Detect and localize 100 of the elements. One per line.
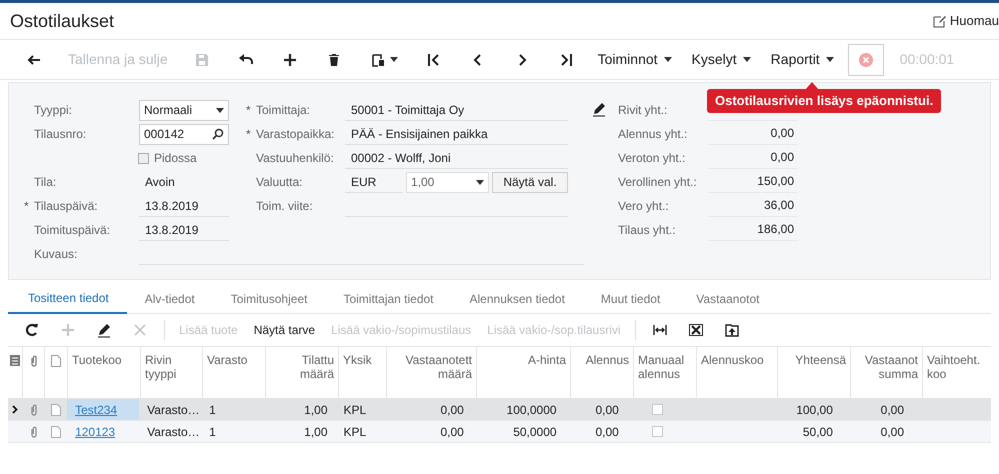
required-mark: * bbox=[24, 199, 29, 213]
column-header[interactable]: Vaihtoeht. koo bbox=[927, 353, 998, 381]
table-cell: 0,00 bbox=[880, 424, 904, 438]
field-label: Tyyppi: bbox=[34, 103, 72, 117]
save-icon bbox=[194, 52, 210, 68]
field-label: Kuvaus: bbox=[34, 247, 78, 261]
column-header[interactable]: Rivin tyyppi bbox=[145, 353, 198, 381]
status-value: Avoin bbox=[144, 174, 176, 191]
on-hold-checkbox[interactable]: Pidossa bbox=[138, 149, 197, 167]
column-header[interactable]: Vastaanotett määrä bbox=[391, 353, 472, 381]
menu-button[interactable]: Raportit bbox=[762, 44, 842, 76]
table-cell: 1,00 bbox=[304, 402, 328, 416]
table-cell: 1 bbox=[209, 402, 216, 416]
column-header[interactable]: Manuaal alennus bbox=[638, 353, 692, 381]
field-label: Varastopaikka: bbox=[256, 127, 334, 141]
manual-discount-checkbox[interactable] bbox=[652, 426, 664, 437]
close-icon bbox=[132, 322, 148, 338]
table-cell: 100,00 bbox=[796, 402, 833, 416]
text-field[interactable]: 00002 - Wolff, Joni bbox=[345, 148, 568, 168]
edit-note-icon bbox=[932, 14, 946, 28]
total-label: Veroton yht.: bbox=[618, 151, 686, 165]
table-cell: 0,00 bbox=[440, 424, 464, 438]
tooltip-pointer-icon bbox=[805, 82, 819, 90]
table-cell: 50,0000 bbox=[513, 424, 557, 438]
field-label: Tilausnro: bbox=[34, 127, 86, 141]
grid-toolbar-button[interactable]: Näytä tarve bbox=[246, 317, 324, 343]
text-field[interactable]: PÄÄ - Ensisijainen paikka bbox=[345, 124, 568, 144]
table-row[interactable]: 120123 Varasto… 1 1,00 KPL 0,00 50,0000 0,00 50,00 0,00 bbox=[8, 421, 991, 443]
field-label: Valuutta: bbox=[256, 175, 302, 189]
required-mark: * bbox=[246, 103, 251, 117]
caret-icon bbox=[742, 57, 751, 62]
caret-icon bbox=[216, 108, 224, 112]
table-cell: KPL bbox=[344, 424, 366, 438]
total-value: 36,00 bbox=[708, 196, 798, 216]
table-cell: Varasto… bbox=[147, 424, 200, 438]
date-field[interactable]: 13.8.2019 bbox=[139, 220, 229, 240]
total-value: 150,00 bbox=[708, 172, 798, 192]
caret-icon bbox=[476, 180, 484, 184]
table-cell: 50,00 bbox=[802, 424, 833, 438]
spreadsheet-icon bbox=[688, 322, 704, 338]
tab[interactable]: Alv-tiedot bbox=[126, 284, 213, 314]
notes-link[interactable]: Huomau bbox=[932, 11, 999, 31]
type-select[interactable]: Normaali bbox=[139, 100, 229, 120]
tab[interactable]: Vastaanotot bbox=[678, 284, 778, 314]
order-number-field[interactable]: 000142 bbox=[139, 124, 229, 144]
column-header[interactable]: Tuotekoo bbox=[72, 353, 122, 367]
tab[interactable]: Toimitusohjeet bbox=[212, 284, 326, 314]
column-header[interactable]: Tilattu määrä bbox=[270, 353, 334, 381]
total-label: Alennus yht.: bbox=[618, 127, 688, 141]
pencil-icon bbox=[96, 322, 112, 338]
manual-discount-checkbox[interactable] bbox=[652, 404, 664, 415]
text-field[interactable]: 50001 - Toimittaja Oy bbox=[345, 100, 568, 120]
tab[interactable]: Tositteen tiedot bbox=[8, 284, 127, 314]
product-link[interactable]: 120123 bbox=[75, 422, 116, 440]
menu-button[interactable]: Kyselyt bbox=[684, 44, 759, 76]
clipboard-icon bbox=[370, 52, 386, 68]
column-header[interactable]: Vastaanot summa bbox=[855, 353, 918, 381]
tab[interactable]: Muut tiedot bbox=[582, 284, 678, 314]
column-header[interactable]: Alennuskoo bbox=[701, 353, 764, 367]
total-label: Verollinen yht.: bbox=[618, 175, 697, 189]
total-label: Rivit yht.: bbox=[618, 103, 668, 117]
total-value: 0,00 bbox=[708, 124, 798, 144]
menu-button[interactable]: Toiminnot bbox=[590, 44, 680, 76]
date-field[interactable]: 13.8.2019 bbox=[139, 196, 229, 216]
paperclip-icon bbox=[30, 426, 38, 438]
table-cell: 1 bbox=[209, 424, 216, 438]
total-value: 0,00 bbox=[708, 148, 798, 168]
field-label: Tilauspäivä: bbox=[34, 199, 98, 213]
pencil-icon bbox=[591, 101, 607, 117]
tab[interactable]: Alennuksen tiedot bbox=[452, 284, 583, 314]
tab[interactable]: Toimittajan tiedot bbox=[325, 284, 452, 314]
column-header[interactable]: Yksik bbox=[343, 353, 372, 367]
paperclip-icon bbox=[30, 404, 38, 416]
elapsed-time: 00:00:01 bbox=[900, 50, 954, 69]
rate-select[interactable]: 1,00 bbox=[406, 172, 489, 192]
total-label: Tilaus yht.: bbox=[618, 223, 676, 237]
field-label: Toimituspäivä: bbox=[34, 223, 110, 237]
caret-icon bbox=[826, 57, 834, 62]
column-header[interactable]: Alennus bbox=[586, 353, 629, 367]
upload-icon bbox=[724, 322, 740, 338]
note-icon bbox=[51, 355, 61, 367]
column-header[interactable]: Yhteensä bbox=[795, 353, 846, 367]
current-row-icon bbox=[12, 405, 18, 414]
plus-icon bbox=[282, 52, 298, 68]
currency-field[interactable]: EUR bbox=[345, 172, 403, 192]
column-header[interactable]: Varasto bbox=[207, 353, 248, 367]
field-label: Tila: bbox=[34, 175, 56, 189]
field-label: Vastuuhenkilö: bbox=[256, 151, 334, 165]
show-currency-button[interactable]: Näytä val. bbox=[492, 172, 568, 192]
table-row[interactable]: Test234 Varasto… 1 1,00 KPL 0,00 100,0000 0,00 100,00 0,00 bbox=[8, 399, 991, 421]
table-cell: 0,00 bbox=[440, 402, 464, 416]
search-icon bbox=[212, 128, 224, 140]
column-header[interactable]: A-hinta bbox=[528, 353, 566, 367]
table-cell: Varasto… bbox=[147, 402, 200, 416]
required-mark: * bbox=[246, 127, 251, 141]
note-icon bbox=[50, 426, 61, 438]
caret-icon bbox=[390, 57, 398, 62]
table-cell: 0,00 bbox=[880, 402, 904, 416]
fit-width-icon bbox=[652, 322, 668, 338]
table-cell: 0,00 bbox=[595, 424, 619, 438]
